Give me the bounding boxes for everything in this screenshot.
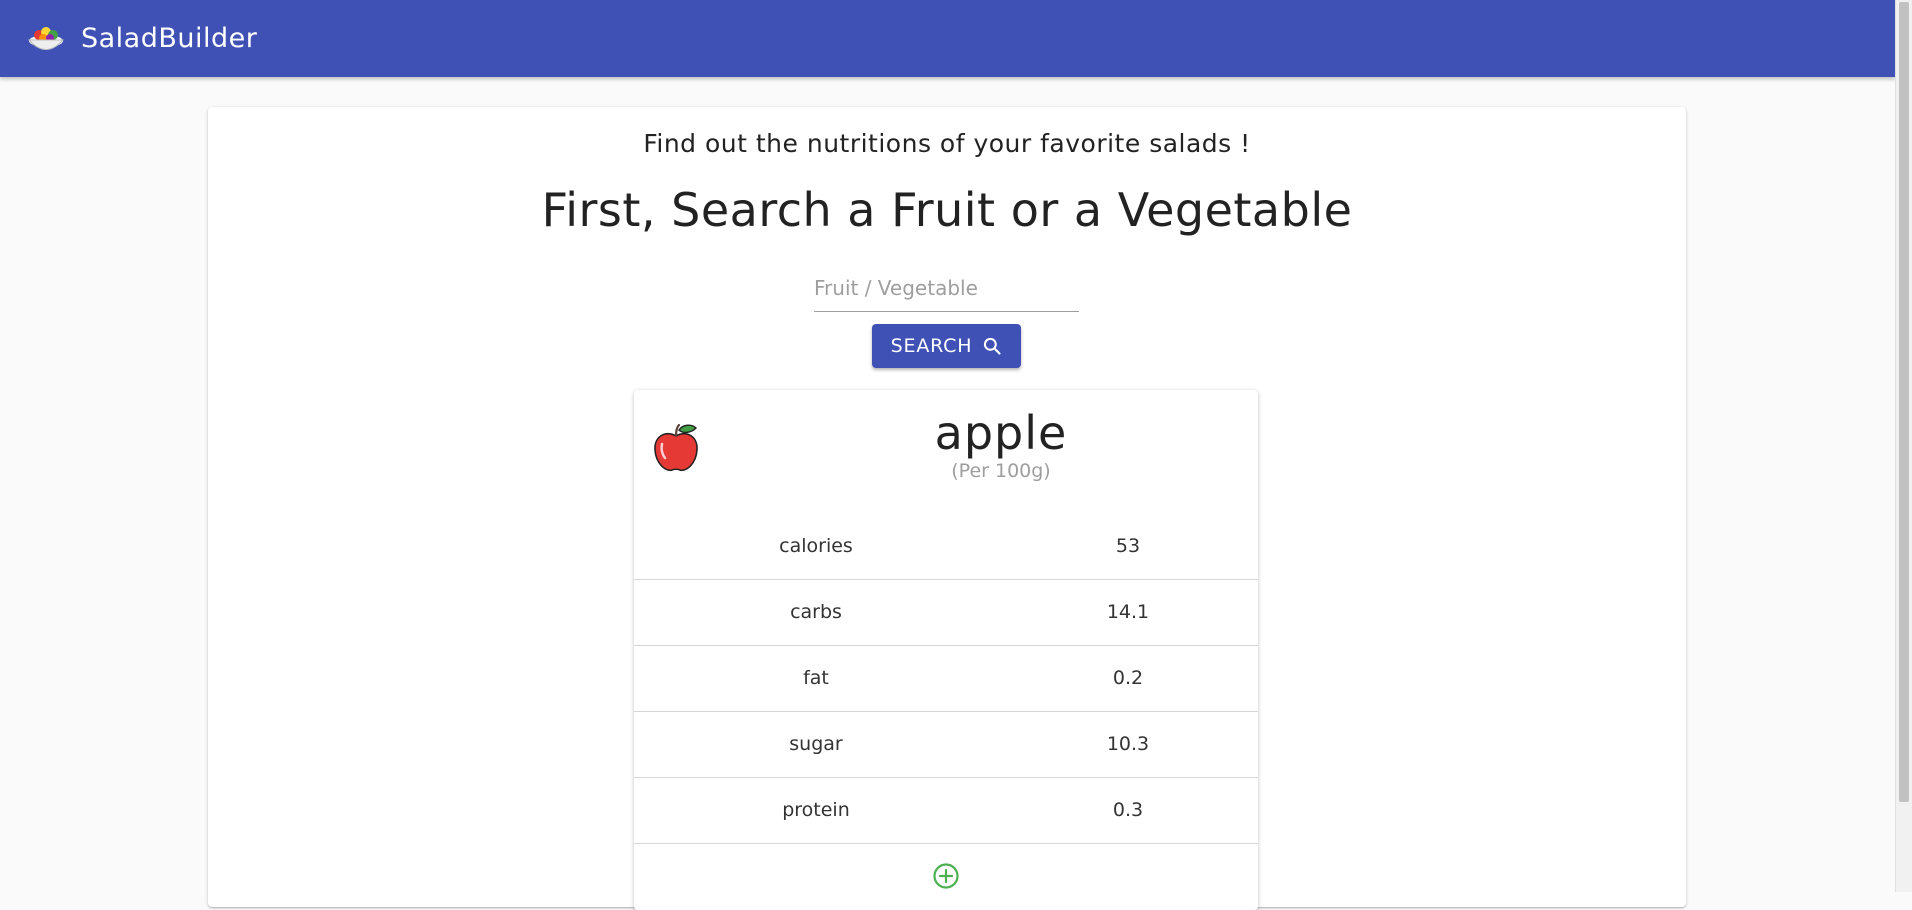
table-row: sugar 10.3	[634, 711, 1258, 778]
table-row: protein 0.3	[634, 777, 1258, 844]
search-icon	[982, 336, 1002, 356]
nutrient-name: fat	[634, 645, 998, 712]
table-row: carbs 14.1	[634, 579, 1258, 646]
search-input[interactable]	[814, 267, 1079, 309]
search-button-label: SEARCH	[890, 335, 973, 357]
app-bar: SaladBuilder	[0, 0, 1896, 77]
table-row: fat 0.2	[634, 645, 1258, 712]
brand-title[interactable]: SaladBuilder	[81, 23, 257, 54]
search-field	[814, 267, 1079, 312]
nutrient-value: 0.2	[998, 645, 1258, 712]
nutrient-value: 10.3	[998, 711, 1258, 778]
nutrient-name: protein	[634, 777, 998, 844]
salad-bowl-icon[interactable]	[25, 18, 67, 60]
nutrient-value: 0.3	[998, 777, 1258, 844]
add-circle-icon	[932, 862, 960, 894]
nutrient-name: carbs	[634, 579, 998, 646]
main-card: Find out the nutritions of your favorite…	[208, 107, 1686, 910]
nutrition-table: calories 53 carbs 14.1 fat 0.2 sugar 10.…	[634, 513, 1258, 844]
tagline: Find out the nutritions of your favorite…	[643, 129, 1251, 158]
page-heading: First, Search a Fruit or a Vegetable	[541, 183, 1353, 237]
food-name: apple	[934, 406, 1068, 460]
add-to-salad-button[interactable]	[932, 862, 960, 894]
page-scrollbar[interactable]	[1895, 0, 1912, 892]
nutrient-value: 14.1	[998, 579, 1258, 646]
food-card: apple (Per 100g) calories 53 carbs 14.1 …	[634, 390, 1258, 910]
nutrient-name: sugar	[634, 711, 998, 778]
search-button[interactable]: SEARCH	[872, 324, 1021, 368]
food-unit: (Per 100g)	[951, 460, 1051, 482]
table-row: calories 53	[634, 513, 1258, 580]
scrollbar-thumb[interactable]	[1899, 2, 1909, 802]
nutrient-value: 53	[998, 513, 1258, 580]
nutrient-name: calories	[634, 513, 998, 580]
